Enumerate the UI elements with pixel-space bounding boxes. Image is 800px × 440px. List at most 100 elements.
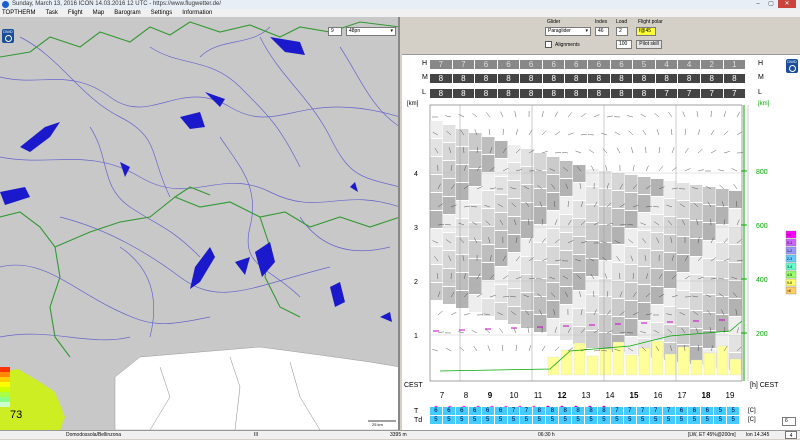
- close-button[interactable]: ✕: [778, 0, 796, 8]
- menu-barogram[interactable]: Barogram: [114, 9, 140, 17]
- minimize-button[interactable]: –: [752, 0, 764, 8]
- layer-select[interactable]: 48pn ▾: [346, 27, 396, 36]
- cloud-cover-block: [716, 189, 729, 206]
- lift-legend-label: <1: [787, 233, 791, 237]
- cloud-cover-block: [534, 171, 547, 188]
- legend-value: 73: [10, 409, 22, 421]
- glider-select[interactable]: Paraglider ▾: [545, 27, 591, 36]
- hour-tick-label: 14: [606, 391, 615, 400]
- cloud-cover-block: [729, 317, 742, 334]
- cloud-cover-block: [586, 187, 599, 204]
- zoom-field[interactable]: 9: [328, 27, 342, 36]
- cloud-cover-block: [573, 255, 586, 272]
- cloud-cover-block: [586, 331, 599, 348]
- flight-polar-field[interactable]: f@45: [636, 27, 656, 36]
- window-title-bar: Sunday, March 13, 2016 ICON 14.03.2016 1…: [0, 0, 800, 9]
- menu-topthem[interactable]: TOPTHERM: [2, 9, 36, 17]
- cloud-cover-block: [729, 281, 742, 298]
- status-box[interactable]: 4: [785, 431, 797, 439]
- cloud-cover-block: [482, 263, 495, 280]
- cloud-cover-block: [534, 207, 547, 224]
- high-cloud-cell: 6: [475, 60, 498, 69]
- temperature-cell: 6: [469, 407, 482, 415]
- glider-controls: Glider Paraglider ▾ Index 46 Load 2 Flig…: [402, 17, 800, 55]
- cloud-cover-block: [430, 283, 443, 300]
- cloud-cover-block: [495, 267, 508, 284]
- cloud-cover-block: [690, 203, 703, 220]
- status-polar-info: [LW, ET 45%@200m]: [688, 431, 736, 439]
- dewpoint-cell: 5: [676, 416, 689, 424]
- temperature-cell: 8: [559, 407, 572, 415]
- scale-label: 25 km: [372, 422, 383, 427]
- cloud-cover-block: [729, 227, 742, 244]
- cloud-cover-block: [469, 295, 482, 312]
- menu-flight[interactable]: Flight: [68, 9, 83, 17]
- thermal-column: [717, 346, 728, 375]
- cloud-cover-block: [495, 285, 508, 302]
- thermal-column: [600, 349, 611, 375]
- cloud-cover-block: [625, 211, 638, 228]
- temperature-cell: 8: [546, 407, 559, 415]
- cloud-cover-block: [716, 315, 729, 332]
- index-field[interactable]: 46: [595, 27, 609, 36]
- cloud-cover-block: [573, 291, 586, 308]
- cloud-cover-block: [430, 139, 443, 156]
- hour-tick-label: 17: [678, 391, 687, 400]
- low-cloud-cell: 8: [498, 89, 521, 98]
- menu-information[interactable]: Information: [182, 9, 212, 17]
- cloud-cover-block: [638, 285, 651, 302]
- cloud-cover-block: [508, 181, 521, 198]
- load-field[interactable]: 2: [616, 27, 628, 36]
- cloud-cover-block: [521, 203, 534, 220]
- mid-cloud-cell: 8: [453, 74, 476, 83]
- cloud-cover-block: [456, 183, 469, 200]
- cloud-cover-block: [443, 143, 456, 160]
- status-elevation: 3395 m: [390, 431, 407, 439]
- cloud-cover-block: [612, 281, 625, 298]
- status-bar: Domodossola/Bellinzona III 3395 m 06:30 …: [0, 430, 800, 439]
- menu-task[interactable]: Task: [46, 9, 58, 17]
- cloud-cover-block: [534, 261, 547, 278]
- cloud-cover-block: [573, 273, 586, 290]
- dewpoint-cell: 5: [495, 416, 508, 424]
- alignments-checkbox[interactable]: [545, 41, 552, 48]
- menu-map[interactable]: Map: [93, 9, 105, 17]
- mid-cloud-cell: 8: [430, 74, 453, 83]
- mid-cloud-cell: 8: [543, 74, 566, 83]
- cloud-cover-block: [703, 259, 716, 276]
- cloud-cover-block: [625, 175, 638, 192]
- hour-tick-label: 15: [630, 391, 639, 400]
- window-title: Sunday, March 13, 2016 ICON 14.03.2016 1…: [12, 1, 221, 7]
- thermal-column: [652, 341, 663, 375]
- temperature-label: T: [414, 408, 418, 415]
- window-controls: – ▢ ✕: [752, 0, 796, 9]
- temperature-cell: 7: [520, 407, 533, 415]
- cloud-cover-block: [508, 145, 521, 162]
- temperature-cell: 8: [572, 407, 585, 415]
- cloud-cover-block: [651, 305, 664, 322]
- time-right-label: [h] CEST: [750, 382, 778, 389]
- cloud-cover-block: [560, 179, 573, 196]
- dewpoint-cell: 5: [546, 416, 559, 424]
- profile-option-field[interactable]: 6: [782, 417, 796, 426]
- cloud-cover-block: [456, 129, 469, 146]
- map-panel[interactable]: 9 48pn ▾ DWD 73 25 km: [0, 17, 400, 430]
- cloud-cover-block: [716, 243, 729, 260]
- map-canvas[interactable]: [0, 17, 400, 430]
- cloud-cover-block: [547, 211, 560, 228]
- menu-settings[interactable]: Settings: [151, 9, 173, 17]
- pilot-skill-button[interactable]: Pilot skill: [636, 40, 662, 49]
- cloud-cover-block: [495, 195, 508, 212]
- meteogram-chart[interactable]: 432180060040020078910111213141516171819<…: [402, 101, 800, 421]
- cloud-cover-block: [469, 169, 482, 186]
- cloud-cover-block: [677, 291, 690, 308]
- cloud-cover-block: [625, 193, 638, 210]
- cloud-cover-block: [482, 227, 495, 244]
- thermal-column: [626, 355, 637, 375]
- cloud-cover-block: [638, 231, 651, 248]
- pilot-skill-field[interactable]: 100: [616, 40, 632, 49]
- cloud-cover-block: [430, 229, 443, 246]
- maximize-button[interactable]: ▢: [765, 0, 777, 8]
- cloud-cover-block: [508, 163, 521, 180]
- status-mid: III: [254, 431, 258, 439]
